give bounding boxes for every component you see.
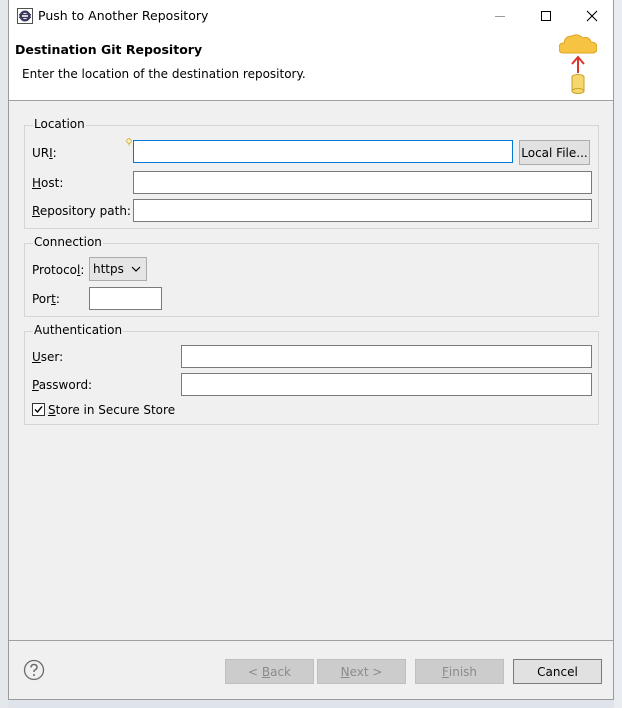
- page-description: Enter the location of the destination re…: [22, 67, 306, 81]
- password-label: Password:: [32, 378, 93, 392]
- store-in-secure-store-label[interactable]: Store in Secure Store: [48, 403, 175, 417]
- close-icon: [586, 10, 598, 21]
- wizard-banner: Destination Git Repository Enter the loc…: [9, 31, 613, 101]
- minimize-icon: [495, 15, 505, 17]
- password-input[interactable]: [181, 373, 592, 396]
- window-title: Push to Another Repository: [38, 8, 209, 23]
- host-input[interactable]: [133, 171, 592, 194]
- uri-label: URI:: [32, 146, 57, 160]
- repository-path-label: Repository path:: [32, 204, 131, 218]
- back-button[interactable]: < Back: [225, 659, 314, 684]
- background-window-right-edge: [614, 0, 622, 708]
- finish-button[interactable]: Finish: [415, 659, 504, 684]
- help-icon[interactable]: [23, 659, 45, 681]
- title-bar: Push to Another Repository: [9, 0, 613, 31]
- port-label: Port:: [32, 292, 60, 306]
- protocol-label: Protocol:: [32, 263, 85, 277]
- protocol-select[interactable]: https: [89, 257, 147, 281]
- port-input[interactable]: [89, 287, 162, 310]
- location-group-label: Location: [33, 117, 86, 131]
- protocol-selected-value: https: [93, 262, 124, 276]
- connection-group-label: Connection: [33, 235, 103, 249]
- host-label: Host:: [32, 176, 64, 190]
- minimize-button[interactable]: [477, 0, 523, 31]
- next-button[interactable]: Next >: [317, 659, 406, 684]
- user-label: User:: [32, 350, 64, 364]
- close-button[interactable]: [569, 0, 615, 31]
- uri-input[interactable]: [133, 140, 513, 163]
- store-in-secure-store-checkbox[interactable]: [32, 403, 45, 416]
- checkmark-icon: [34, 406, 43, 414]
- push-dialog: Push to Another Repository Destination G…: [8, 0, 614, 700]
- page-title: Destination Git Repository: [15, 42, 203, 57]
- background-window-left-edge: [0, 0, 8, 708]
- chevron-down-icon: [131, 266, 141, 272]
- footer-separator: [9, 640, 613, 641]
- cancel-button[interactable]: Cancel: [513, 659, 602, 684]
- content-assist-bulb-icon: [126, 138, 132, 146]
- cloud-push-icon: [559, 34, 597, 94]
- local-file-button[interactable]: Local File...: [519, 140, 590, 165]
- maximize-button[interactable]: [523, 0, 569, 31]
- authentication-group-label: Authentication: [33, 323, 124, 337]
- repository-path-input[interactable]: [133, 199, 592, 222]
- user-input[interactable]: [181, 345, 592, 368]
- eclipse-app-icon: [17, 8, 33, 24]
- maximize-icon: [541, 10, 551, 21]
